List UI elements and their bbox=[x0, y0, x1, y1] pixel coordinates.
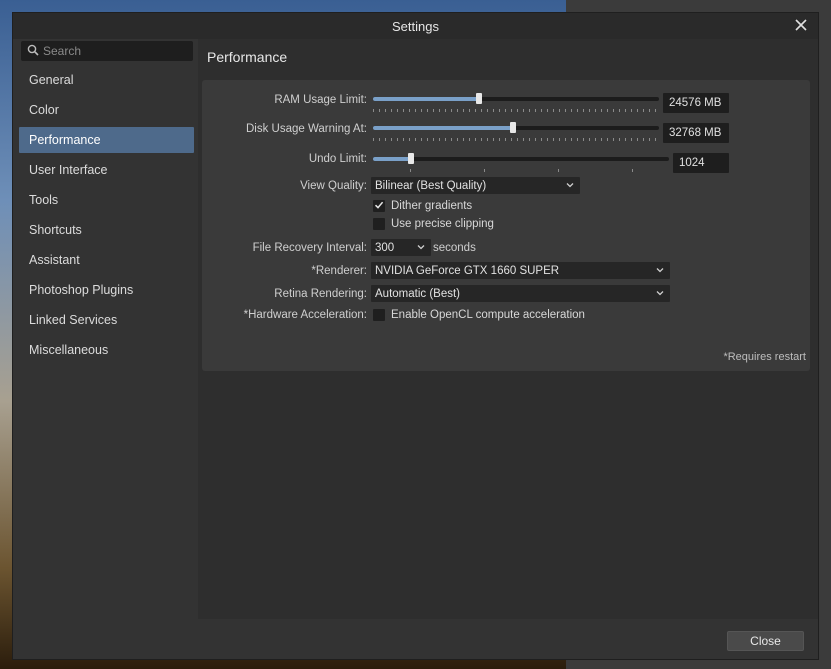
hw-accel-label: *Hardware Acceleration: bbox=[243, 309, 367, 321]
retina-value: Automatic (Best) bbox=[375, 287, 460, 300]
checkmark-icon bbox=[374, 200, 384, 213]
slider-ticks bbox=[373, 109, 659, 112]
view-quality-label: View Quality: bbox=[300, 180, 367, 192]
sidebar-nav: General Color Performance User Interface… bbox=[19, 67, 194, 367]
ram-value-field[interactable]: 24576 MB bbox=[663, 93, 729, 113]
retina-select[interactable]: Automatic (Best) bbox=[371, 285, 670, 302]
precise-clipping-row: Use precise clipping bbox=[373, 218, 494, 230]
sidebar-item-photoshop-plugins[interactable]: Photoshop Plugins bbox=[19, 277, 194, 303]
slider-thumb[interactable] bbox=[475, 93, 482, 104]
precise-clipping-checkbox[interactable] bbox=[373, 218, 385, 230]
window-title: Settings bbox=[392, 18, 439, 34]
hw-accel-row: Enable OpenCL compute acceleration bbox=[373, 309, 585, 321]
slider-thumb[interactable] bbox=[408, 153, 415, 164]
dither-row: Dither gradients bbox=[373, 200, 472, 212]
chevron-down-icon bbox=[564, 179, 576, 191]
sidebar-item-general[interactable]: General bbox=[19, 67, 194, 93]
close-icon[interactable] bbox=[792, 16, 810, 34]
requires-restart-note: *Requires restart bbox=[723, 351, 806, 363]
content-area: Performance RAM Usage Limit: 24576 MB Di… bbox=[198, 39, 818, 619]
chevron-down-icon bbox=[654, 287, 666, 299]
performance-panel: RAM Usage Limit: 24576 MB Disk Usage War… bbox=[202, 80, 810, 371]
sidebar-item-miscellaneous[interactable]: Miscellaneous bbox=[19, 337, 194, 363]
slider-ticks bbox=[373, 138, 659, 141]
renderer-label: *Renderer: bbox=[311, 265, 367, 277]
sidebar-item-color[interactable]: Color bbox=[19, 97, 194, 123]
dither-label: Dither gradients bbox=[391, 200, 473, 212]
recovery-unit: seconds bbox=[433, 242, 476, 254]
disk-label: Disk Usage Warning At: bbox=[245, 123, 367, 135]
recovery-interval-select[interactable]: 300 bbox=[371, 239, 431, 256]
page-title: Performance bbox=[207, 49, 288, 65]
slider-track bbox=[373, 157, 669, 161]
settings-window: Settings General Color Performance User … bbox=[12, 12, 819, 660]
undo-label: Undo Limit: bbox=[308, 153, 367, 165]
retina-label: Retina Rendering: bbox=[274, 288, 367, 300]
undo-slider[interactable] bbox=[373, 151, 669, 172]
view-quality-select[interactable]: Bilinear (Best Quality) bbox=[371, 177, 580, 194]
sidebar-item-shortcuts[interactable]: Shortcuts bbox=[19, 217, 194, 243]
sidebar-item-performance[interactable]: Performance bbox=[19, 127, 194, 153]
recovery-interval-label: File Recovery Interval: bbox=[252, 242, 367, 254]
search-input[interactable] bbox=[43, 44, 183, 58]
slider-fill bbox=[373, 126, 514, 130]
slider-ticks bbox=[410, 169, 669, 172]
chevron-down-icon bbox=[654, 264, 666, 276]
sidebar-item-assistant[interactable]: Assistant bbox=[19, 247, 194, 273]
dither-checkbox[interactable] bbox=[373, 200, 385, 212]
sidebar-item-tools[interactable]: Tools bbox=[19, 187, 194, 213]
sidebar-item-linked-services[interactable]: Linked Services bbox=[19, 307, 194, 333]
sidebar: General Color Performance User Interface… bbox=[13, 39, 198, 621]
search-icon bbox=[27, 44, 39, 59]
recovery-interval-value: 300 bbox=[375, 241, 395, 254]
ram-slider[interactable] bbox=[373, 91, 659, 112]
undo-value-field[interactable]: 1024 bbox=[673, 153, 729, 173]
search-box[interactable] bbox=[21, 41, 193, 61]
slider-fill bbox=[373, 157, 412, 161]
precise-clipping-label: Use precise clipping bbox=[391, 218, 494, 230]
slider-thumb[interactable] bbox=[510, 122, 517, 133]
opencl-label: Enable OpenCL compute acceleration bbox=[391, 309, 585, 321]
chevron-down-icon bbox=[415, 241, 427, 253]
sidebar-item-user-interface[interactable]: User Interface bbox=[19, 157, 194, 183]
renderer-value: NVIDIA GeForce GTX 1660 SUPER bbox=[375, 264, 560, 277]
renderer-select[interactable]: NVIDIA GeForce GTX 1660 SUPER bbox=[371, 262, 670, 279]
slider-fill bbox=[373, 97, 479, 101]
opencl-checkbox[interactable] bbox=[373, 309, 385, 321]
close-button[interactable]: Close bbox=[727, 631, 804, 651]
disk-value-field[interactable]: 32768 MB bbox=[663, 123, 729, 143]
view-quality-value: Bilinear (Best Quality) bbox=[375, 179, 487, 192]
ram-label: RAM Usage Limit: bbox=[274, 94, 367, 106]
title-bar: Settings bbox=[13, 13, 818, 39]
disk-slider[interactable] bbox=[373, 120, 659, 141]
